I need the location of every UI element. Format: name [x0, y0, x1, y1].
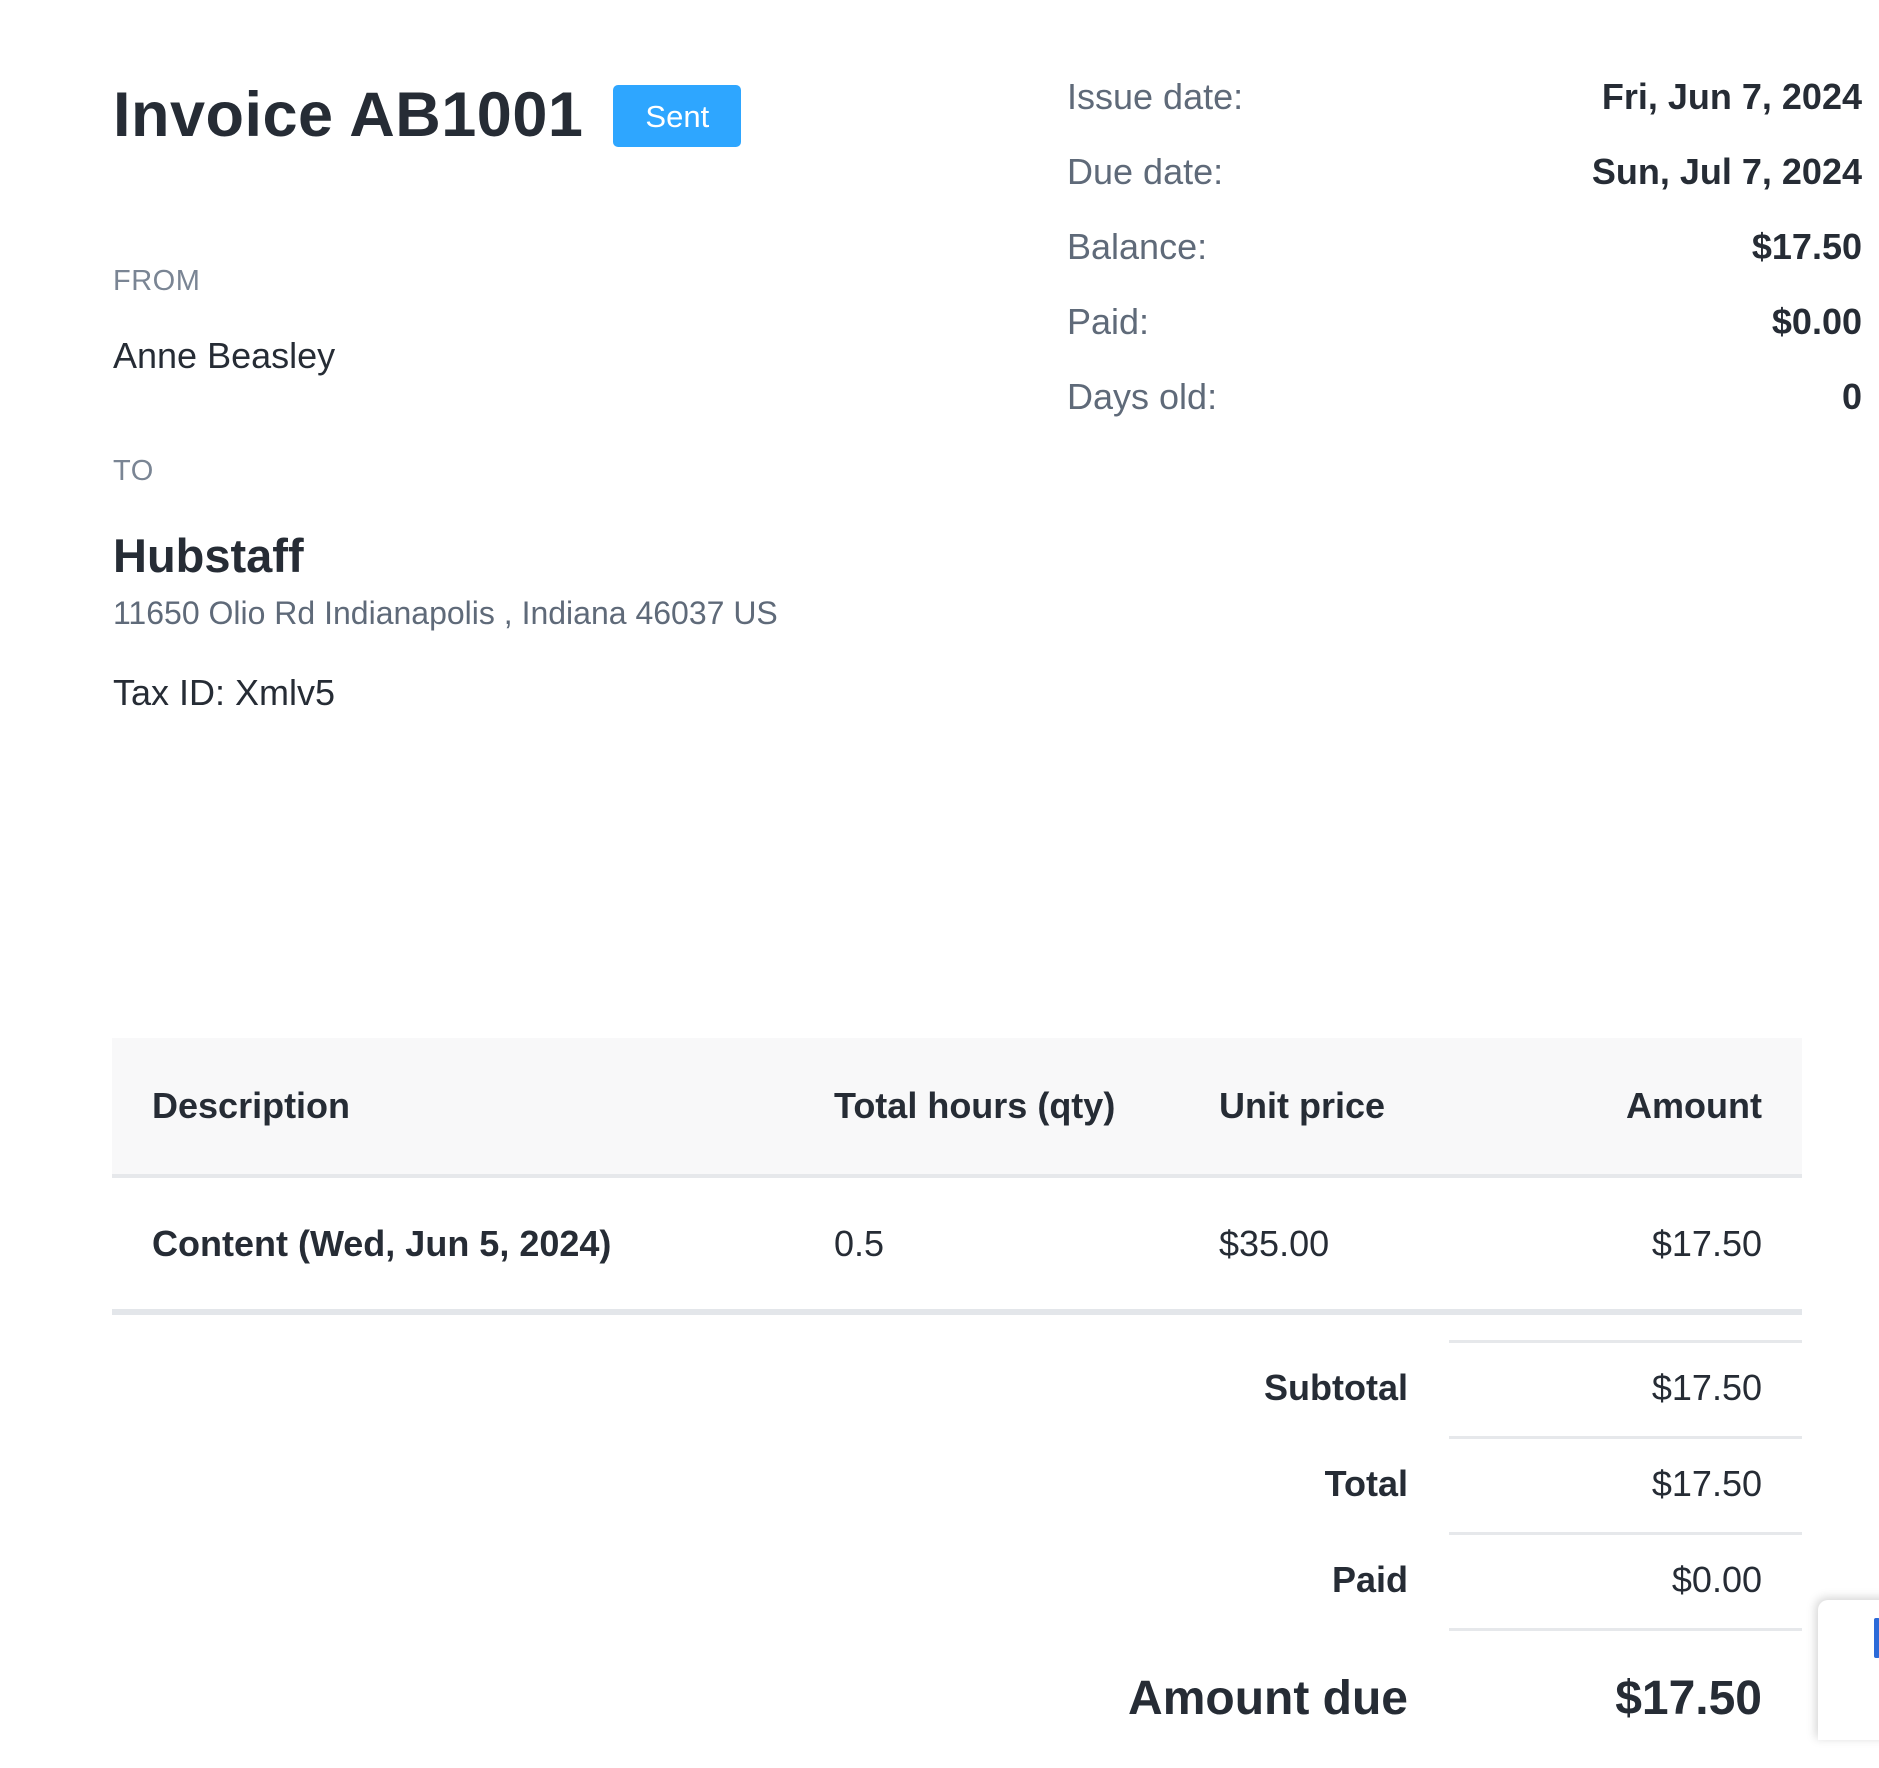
to-address: 11650 Olio Rd Indianapolis , Indiana 460… [113, 595, 778, 631]
divider [1449, 1340, 1802, 1343]
paid-label: Paid: [1067, 301, 1150, 342]
line-items-table: Description Total hours (qty) Unit price… [112, 1038, 1802, 1315]
total-value: $17.50 [1651, 1463, 1762, 1504]
totals-section: Subtotal $17.50 Total $17.50 Paid $0.00 … [112, 1340, 1802, 1768]
invoice-title: Invoice AB1001 [113, 80, 584, 150]
from-label: FROM [113, 265, 201, 297]
to-company-name: Hubstaff [113, 529, 304, 582]
to-label: TO [113, 455, 154, 487]
header-amount: Amount [1626, 1085, 1762, 1126]
from-name: Anne Beasley [113, 335, 336, 376]
total-row: Total $17.50 [112, 1436, 1802, 1532]
invoice-header: Invoice AB1001 Sent [113, 80, 742, 150]
table-row: Content (Wed, Jun 5, 2024) 0.5 $35.00 $1… [112, 1178, 1802, 1315]
paid-total-value: $0.00 [1671, 1559, 1762, 1600]
row-qty: 0.5 [834, 1222, 885, 1264]
paid-total-label: Paid [1331, 1559, 1408, 1600]
invoice-meta: Issue date: Fri, Jun 7, 2024 Due date: S… [1067, 76, 1862, 451]
balance-label: Balance: [1067, 226, 1208, 267]
header-unit-price: Unit price [1219, 1085, 1386, 1126]
issue-date-value: Fri, Jun 7, 2024 [1601, 76, 1862, 117]
header-total-hours: Total hours (qty) [834, 1085, 1116, 1126]
subtotal-label: Subtotal [1264, 1367, 1408, 1408]
amount-due-value: $17.50 [1615, 1671, 1762, 1725]
meta-row-due-date: Due date: Sun, Jul 7, 2024 [1067, 151, 1862, 226]
widget-accent [1874, 1618, 1879, 1658]
row-description: Content (Wed, Jun 5, 2024) [152, 1222, 612, 1264]
status-badge: Sent [613, 84, 742, 147]
table-header: Description Total hours (qty) Unit price… [112, 1038, 1802, 1178]
issue-date-label: Issue date: [1067, 76, 1244, 117]
due-date-label: Due date: [1067, 151, 1224, 192]
balance-value: $17.50 [1751, 226, 1862, 267]
divider [1449, 1436, 1802, 1439]
meta-row-issue-date: Issue date: Fri, Jun 7, 2024 [1067, 76, 1862, 151]
tax-id: Tax ID: Xmlv5 [113, 672, 336, 713]
floating-widget[interactable] [1818, 1600, 1879, 1740]
meta-row-paid: Paid: $0.00 [1067, 301, 1862, 376]
row-amount: $17.50 [1651, 1222, 1762, 1264]
meta-row-balance: Balance: $17.50 [1067, 226, 1862, 301]
due-date-value: Sun, Jul 7, 2024 [1591, 151, 1862, 192]
amount-due-label: Amount due [1128, 1671, 1408, 1725]
subtotal-value: $17.50 [1651, 1367, 1762, 1408]
subtotal-row: Subtotal $17.50 [112, 1340, 1802, 1436]
days-old-value: 0 [1841, 376, 1862, 417]
paid-value: $0.00 [1771, 301, 1862, 342]
total-label: Total [1324, 1463, 1408, 1504]
paid-row: Paid $0.00 [112, 1532, 1802, 1628]
row-unit-price: $35.00 [1219, 1222, 1330, 1264]
meta-row-days-old: Days old: 0 [1067, 376, 1862, 451]
divider [1449, 1628, 1802, 1631]
days-old-label: Days old: [1067, 376, 1218, 417]
divider [1449, 1532, 1802, 1535]
header-description: Description [152, 1085, 351, 1126]
invoice-page: Invoice AB1001 Sent FROM Anne Beasley TO… [0, 0, 1879, 1740]
amount-due-row: Amount due $17.50 [112, 1628, 1802, 1768]
